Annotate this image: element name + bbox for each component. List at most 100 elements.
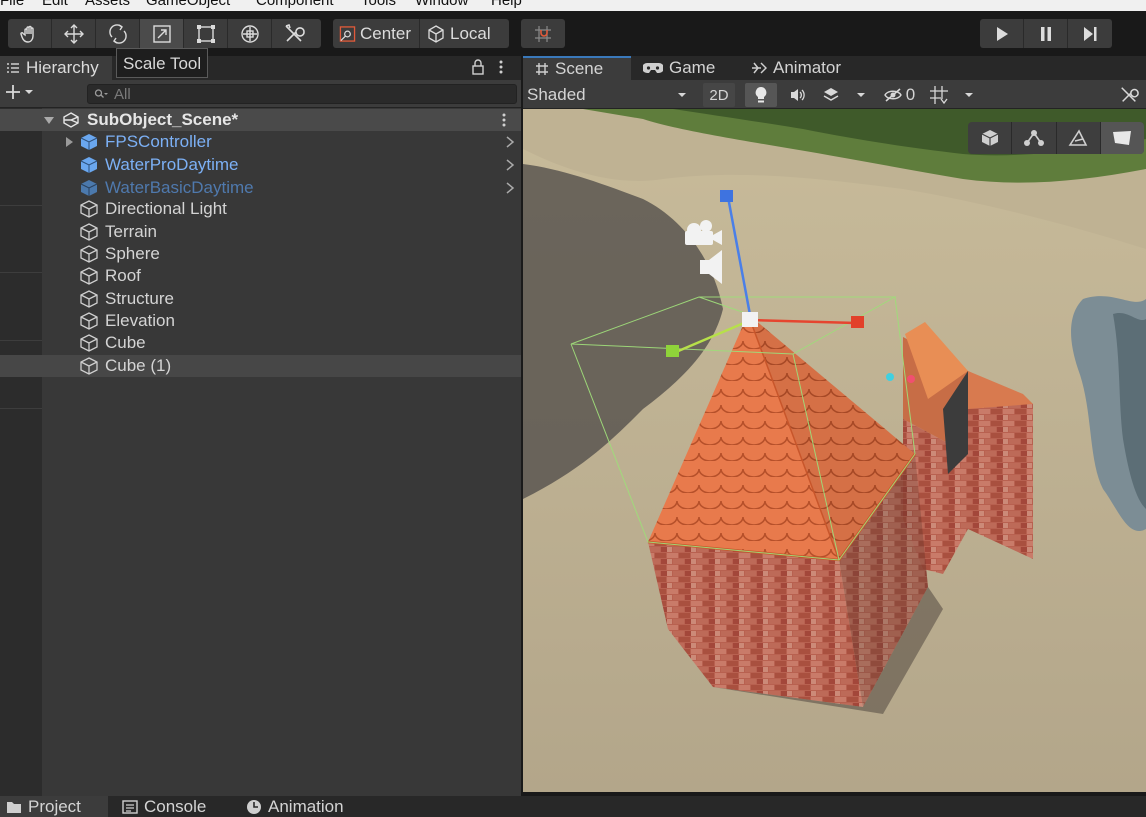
rect-tool-button[interactable] [184,19,228,48]
expand-arrow-icon [44,117,54,124]
hierarchy-item-directional-light[interactable]: Directional Light [0,198,521,220]
scene-overlay-toolbar [968,122,1144,154]
grid-toggle[interactable] [927,83,951,107]
lighting-toggle[interactable] [745,83,777,107]
menu-assets[interactable]: Assets [85,0,130,9]
scene-viewport[interactable] [523,109,1146,792]
menu-tools[interactable]: Tools [361,0,396,9]
grid-dropdown[interactable] [961,83,977,107]
hierarchy-item-structure[interactable]: Structure [0,288,521,310]
hidden-count: 0 [905,85,916,104]
grid-icon [930,86,948,105]
move-tool-button[interactable] [52,19,96,48]
toggle-2d-button[interactable]: 2D [703,83,735,107]
hierarchy-item-fpscontroller[interactable]: FPSController [0,131,521,153]
step-button[interactable] [1068,19,1112,48]
iso-view-button[interactable] [968,122,1013,154]
search-placeholder: All [114,85,131,103]
gameobject-cube-icon [80,357,98,375]
tab-console-label: Console [144,796,207,816]
unity-scene-icon [63,112,79,128]
hierarchy-item-sphere[interactable]: Sphere [0,243,521,265]
menu-file[interactable]: File [0,0,24,9]
create-button[interactable] [5,84,34,100]
lock-icon[interactable] [471,59,485,75]
draw-mode-dropdown[interactable]: Shaded [527,83,687,107]
pause-icon [1040,26,1051,41]
local-space-icon [428,24,444,43]
search-icon [94,89,108,98]
grid-snap-button[interactable] [521,19,565,48]
scale-tool-button[interactable] [140,19,184,48]
tab-project[interactable]: Project [0,796,108,817]
folder-icon [7,801,21,813]
tab-animation[interactable]: Animation [240,796,344,817]
scene-menu-icon[interactable] [500,112,508,128]
pivot-space-button[interactable]: Local [419,19,509,48]
node-view-button[interactable] [1012,122,1057,154]
hierarchy-search-input[interactable]: All [87,84,517,104]
effects-dropdown[interactable] [853,83,869,107]
effects-toggle[interactable] [819,83,843,107]
lightbulb-icon [755,87,767,103]
face-view-button[interactable] [1100,122,1144,154]
hierarchy-item-terrain[interactable]: Terrain [0,221,521,243]
tab-scene-label: Scene [555,59,604,78]
menu-window[interactable]: Window [415,0,468,9]
animation-clock-icon [247,799,261,814]
more-options-icon[interactable] [497,59,505,75]
tab-animation-label: Animation [268,796,344,816]
pivot-mode-button[interactable]: Center [333,19,419,48]
audio-toggle[interactable] [783,83,813,107]
hierarchy-item-roof[interactable]: Roof [0,265,521,287]
rotate-tool-button[interactable] [96,19,140,48]
menu-help[interactable]: Help [491,0,522,9]
hierarchy-item-cube-1[interactable]: Cube (1) [0,355,521,377]
chevron-right-icon[interactable] [505,136,515,148]
scale-icon [152,24,171,43]
grid-snap-icon [535,25,551,42]
scene-visibility-toggle[interactable]: 0 [877,83,921,107]
pause-button[interactable] [1024,19,1068,48]
menu-edit[interactable]: Edit [42,0,68,9]
hierarchy-item-waterprodaytime[interactable]: WaterProDaytime [0,154,521,176]
tab-console[interactable]: Console [116,796,206,817]
gameobject-cube-icon [80,245,98,263]
scene-name: SubObject_Scene* [87,110,239,129]
hierarchy-item-cube[interactable]: Cube [0,332,521,354]
gameobject-cube-icon [80,334,98,352]
tab-animator[interactable]: Animator [751,56,841,80]
hierarchy-item-elevation[interactable]: Elevation [0,310,521,332]
edge-view-button[interactable] [1057,122,1101,154]
tab-scene[interactable]: Scene [523,56,631,80]
tab-game[interactable]: Game [643,56,715,80]
hierarchy-item-waterbasicdaytime[interactable]: WaterBasicDaytime [0,177,521,199]
scene-root-row[interactable]: SubObject_Scene* [0,109,521,131]
tooltip: Scale Tool [116,48,209,78]
hierarchy-item-label: Cube (1) [105,356,172,375]
plus-icon [6,85,20,99]
transform-tools-group [8,19,321,48]
menu-component[interactable]: Component [256,0,334,9]
menu-gameobject[interactable]: GameObject [146,0,230,9]
gameobject-cube-icon [80,200,98,218]
toggle-2d-label: 2D [709,86,729,104]
tab-hierarchy[interactable]: Hierarchy [0,56,112,80]
chevron-right-icon[interactable] [505,182,515,194]
gameobject-cube-icon [80,223,98,241]
play-button[interactable] [980,19,1024,48]
hierarchy-toolbar: All [0,80,521,108]
hierarchy-item-label: Sphere [105,244,160,263]
grid-hash-icon [536,63,548,75]
scene-tools-button[interactable] [1115,83,1143,107]
hand-tool-button[interactable] [8,19,52,48]
hierarchy-item-label: Structure [105,289,174,308]
dropdown-arrow-icon [678,93,686,97]
chevron-right-icon[interactable] [505,159,515,171]
gameobject-cube-icon [80,267,98,285]
pivot-mode-label: Center [359,23,411,43]
transform-tool-button[interactable] [228,19,272,48]
hierarchy-item-label: FPSController [105,132,212,151]
menu-bar: File Edit Assets GameObject Component To… [0,0,1146,11]
custom-tool-button[interactable] [272,19,316,48]
